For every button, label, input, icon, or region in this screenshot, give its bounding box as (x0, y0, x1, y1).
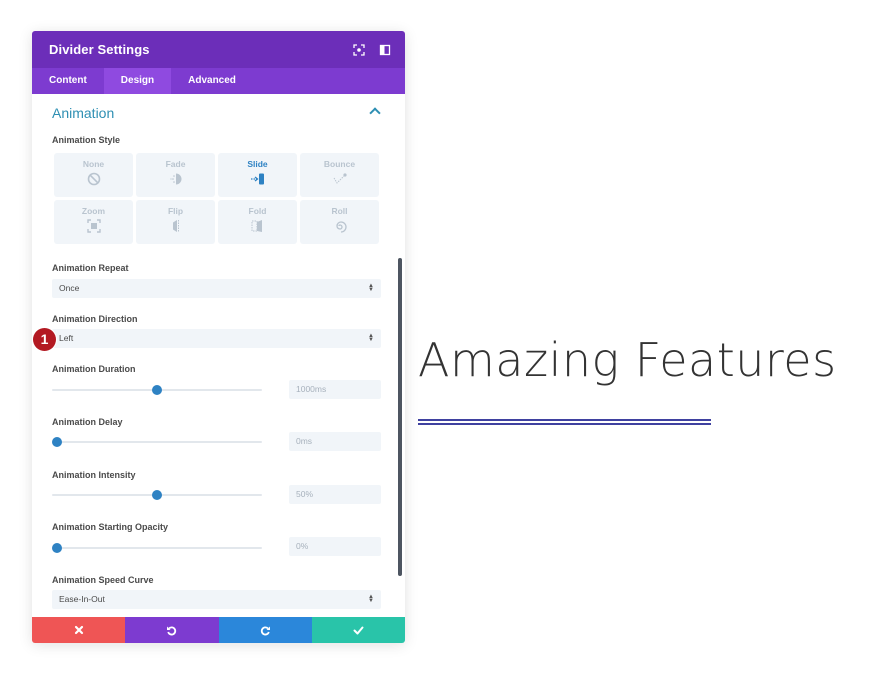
style-option-fade[interactable]: Fade (136, 153, 215, 197)
animation-intensity-slider[interactable] (52, 489, 262, 501)
preview-divider (418, 419, 711, 425)
animation-starting-opacity-slider[interactable] (52, 542, 262, 554)
animation-intensity-label: Animation Intensity (52, 470, 136, 480)
flip-icon (172, 220, 179, 232)
style-option-label: None (82, 159, 105, 169)
animation-delay-slider[interactable] (52, 436, 262, 448)
animation-repeat-value: Once (59, 283, 80, 293)
panel-header: Divider Settings (32, 31, 405, 68)
tab-advanced[interactable]: Advanced (171, 68, 253, 94)
cancel-button[interactable] (32, 617, 126, 643)
divider-line-top (418, 419, 711, 421)
style-option-label: Zoom (81, 206, 106, 216)
section-title-animation[interactable]: Animation (52, 105, 114, 121)
none-icon (87, 172, 100, 186)
style-option-roll[interactable]: Roll (300, 200, 379, 244)
slider-thumb[interactable] (52, 437, 62, 447)
divider-line-bottom (418, 423, 711, 425)
panel-title: Divider Settings (49, 42, 150, 57)
animation-delay-input[interactable]: 0ms (289, 432, 381, 451)
style-option-label: Fade (165, 159, 186, 169)
slider-thumb[interactable] (52, 543, 62, 553)
slider-track (52, 441, 262, 443)
check-icon (353, 626, 364, 634)
animation-direction-label: Animation Direction (52, 314, 138, 324)
bounce-icon (333, 173, 347, 184)
zoom-icon (86, 219, 101, 233)
slider-thumb[interactable] (152, 490, 162, 500)
animation-repeat-label: Animation Repeat (52, 263, 129, 273)
animation-speed-curve-value: Ease-In-Out (59, 594, 105, 604)
animation-direction-select[interactable]: Left ▲ ▼ (52, 329, 381, 348)
select-arrows-icon: ▲ ▼ (368, 594, 374, 605)
animation-starting-opacity-label: Animation Starting Opacity (52, 522, 169, 532)
animation-duration-input[interactable]: 1000ms (289, 380, 381, 399)
fade-icon (169, 173, 181, 185)
close-icon (74, 625, 83, 635)
tab-content[interactable]: Content (32, 68, 104, 94)
style-option-flip[interactable]: Flip (136, 200, 215, 244)
animation-style-grid: None Fade Slide Bounce Zoom Flip Fold Ro… (54, 153, 381, 244)
style-option-none[interactable]: None (54, 153, 133, 197)
style-option-label: Flip (167, 206, 184, 216)
annotation-badge: 1 (33, 328, 56, 351)
save-button[interactable] (311, 617, 405, 643)
slider-thumb[interactable] (152, 385, 162, 395)
divider-settings-panel: Divider Settings Content Design Advanced… (32, 31, 405, 643)
focus-icon[interactable] (353, 43, 365, 56)
chevron-up-icon[interactable] (369, 107, 381, 119)
fold-icon (251, 220, 262, 232)
panel-footer (32, 617, 405, 643)
style-option-label: Bounce (323, 159, 356, 169)
animation-style-label: Animation Style (52, 135, 121, 145)
tab-bar: Content Design Advanced (32, 68, 405, 94)
select-arrows-icon: ▲ ▼ (368, 283, 374, 294)
animation-speed-curve-label: Animation Speed Curve (52, 575, 154, 585)
animation-duration-slider[interactable] (52, 384, 262, 396)
style-option-zoom[interactable]: Zoom (54, 200, 133, 244)
undo-icon (167, 625, 177, 635)
animation-speed-curve-select[interactable]: Ease-In-Out ▲ ▼ (52, 590, 381, 609)
animation-duration-label: Animation Duration (52, 364, 136, 374)
slide-icon (250, 173, 264, 185)
animation-starting-opacity-input[interactable]: 0% (289, 537, 381, 556)
panel-scrollbar[interactable] (398, 258, 402, 576)
panel-body: Animation Animation Style None Fade Slid… (32, 94, 405, 613)
animation-delay-label: Animation Delay (52, 417, 123, 427)
style-option-fold[interactable]: Fold (218, 200, 297, 244)
style-option-slide[interactable]: Slide (218, 153, 297, 197)
style-option-bounce[interactable]: Bounce (300, 153, 379, 197)
slider-track (52, 547, 262, 549)
redo-button[interactable] (218, 617, 312, 643)
tab-design[interactable]: Design (103, 68, 172, 94)
animation-repeat-select[interactable]: Once ▲ ▼ (52, 279, 381, 298)
sidebar-toggle-icon[interactable] (379, 43, 391, 56)
animation-intensity-input[interactable]: 50% (289, 485, 381, 504)
undo-button[interactable] (125, 617, 219, 643)
preview-heading: Amazing Features (418, 333, 837, 387)
style-option-label: Roll (331, 206, 348, 216)
animation-direction-value: Left (59, 333, 74, 343)
redo-icon (260, 625, 270, 635)
style-option-label: Slide (247, 159, 268, 169)
style-option-label: Fold (248, 206, 267, 216)
select-arrows-icon: ▲ ▼ (368, 333, 374, 344)
roll-icon (335, 221, 347, 233)
